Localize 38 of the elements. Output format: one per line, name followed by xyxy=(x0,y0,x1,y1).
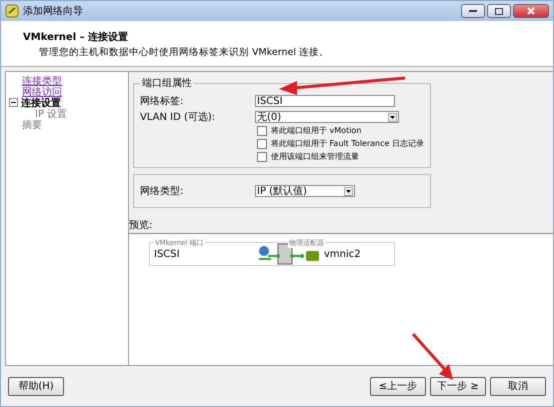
dropdown-arrow-icon xyxy=(344,186,353,196)
close-button[interactable] xyxy=(513,4,549,18)
cancel-button[interactable]: 取消 xyxy=(490,376,546,396)
step-item[interactable]: 连接类型 xyxy=(9,74,62,88)
collapse-icon[interactable] xyxy=(9,98,18,107)
maximize-button[interactable] xyxy=(487,4,511,18)
preview-label: 预览: xyxy=(129,219,154,232)
field-label: 网络类型: xyxy=(140,184,184,198)
field-label: 网络标签: xyxy=(140,94,184,108)
network-label-field[interactable]: ISCSI xyxy=(255,95,395,107)
step-item[interactable]: 网络访问 xyxy=(9,84,62,98)
checkbox[interactable] xyxy=(257,126,267,136)
network-type-dropdown[interactable]: IP (默认值) xyxy=(255,185,355,197)
checkbox-label: 使用该端口组来管理流量 xyxy=(271,151,359,162)
group-title: 端口组属性 xyxy=(141,76,193,90)
field-label: VLAN ID (可选): xyxy=(140,110,216,124)
link-icon xyxy=(5,4,19,18)
checkbox-label: 将此端口组用于 Fault Tolerance 日志记录 xyxy=(271,138,424,149)
step-item[interactable]: 摘要 xyxy=(9,118,42,132)
next-button[interactable]: 下一步 ≥ xyxy=(430,376,486,396)
dropdown-arrow-icon xyxy=(388,112,397,122)
vlan-dropdown[interactable]: 无(0) xyxy=(255,111,399,123)
minimize-icon xyxy=(469,10,477,12)
help-button[interactable]: 帮助(H) xyxy=(8,376,64,396)
step-item[interactable]: IP 设置 xyxy=(35,106,68,120)
maximize-icon xyxy=(495,8,503,14)
minimize-button[interactable] xyxy=(461,4,485,18)
port-name: ISCSI xyxy=(154,248,181,260)
back-button[interactable]: ≤上一步 xyxy=(370,376,426,396)
adapter-name: vmnic2 xyxy=(324,248,361,260)
window-title: 添加网络向导 xyxy=(23,4,83,18)
page-description: 管理您的主机和数据中心时使用网络标签来识别 VMkernel 连接。 xyxy=(38,46,330,59)
close-icon xyxy=(527,7,535,15)
checkbox[interactable] xyxy=(257,152,267,162)
checkbox-label: 将此端口组用于 vMotion xyxy=(271,125,362,136)
page-title: VMkernel – 连接设置 xyxy=(23,30,130,44)
checkbox[interactable] xyxy=(257,138,267,148)
step-item[interactable]: 连接设置 xyxy=(21,96,61,110)
